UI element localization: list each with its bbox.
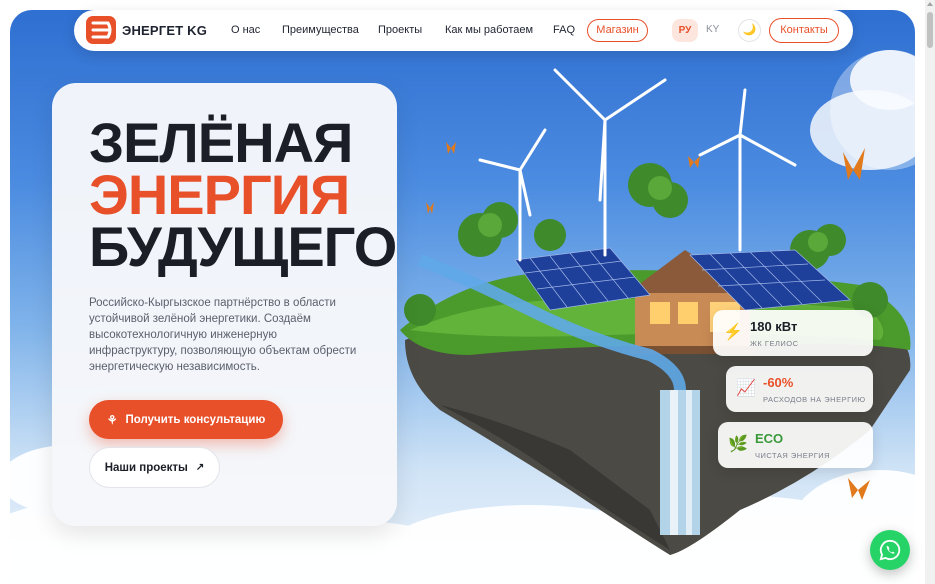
- stat-value: ECO: [755, 431, 784, 446]
- nav-link-how-we-work[interactable]: Как мы работаем: [445, 24, 533, 36]
- stat-card-eco: 🌿 ECO ЧИСТАЯ ЭНЕРГИЯ: [718, 422, 873, 468]
- headline-line-3: БУДУЩЕГО: [89, 215, 397, 278]
- page: ЭНЕРГЕТ KG О нас Преимущества Проекты Ка…: [0, 0, 935, 584]
- logo[interactable]: ЭНЕРГЕТ KG: [86, 16, 207, 44]
- lightning-icon: ⚡: [723, 324, 743, 341]
- logo-text: ЭНЕРГЕТ KG: [122, 22, 208, 38]
- nav-link-about[interactable]: О нас: [231, 24, 260, 36]
- theme-toggle-button[interactable]: 🌙: [738, 19, 761, 42]
- contacts-button[interactable]: Контакты: [769, 18, 839, 43]
- get-consultation-button[interactable]: ⚘ Получить консультацию: [89, 400, 283, 439]
- stat-label: ЖК ГЕЛИОС: [750, 339, 799, 348]
- scroll-up-arrow-icon[interactable]: [927, 2, 933, 6]
- chart-up-icon: 📈: [736, 380, 756, 397]
- stat-card-savings: 📈 -60% РАСХОДОВ НА ЭНЕРГИЮ: [726, 366, 873, 412]
- headline-line-2: ЭНЕРГИЯ: [89, 163, 350, 226]
- hero-description: Российско-Кыргызское партнёрство в облас…: [89, 297, 357, 373]
- lang-ky-button[interactable]: KY: [706, 24, 719, 35]
- nav-link-projects[interactable]: Проекты: [378, 24, 422, 36]
- shop-button[interactable]: Магазин: [587, 19, 648, 42]
- page-scrollbar[interactable]: [925, 0, 935, 584]
- logo-mark-icon: [86, 16, 116, 44]
- arrow-up-right-icon: ↗: [195, 462, 205, 473]
- stat-card-power: ⚡ 180 кВт ЖК ГЕЛИОС: [713, 310, 873, 356]
- headline-line-1: ЗЕЛЁНАЯ: [89, 111, 353, 174]
- hero-headline: ЗЕЛЁНАЯ ЭНЕРГИЯ БУДУЩЕГО: [89, 111, 397, 278]
- nav-link-advantages[interactable]: Преимущества: [282, 24, 359, 36]
- whatsapp-button[interactable]: [870, 530, 910, 570]
- top-navbar: ЭНЕРГЕТ KG О нас Преимущества Проекты Ка…: [74, 10, 853, 51]
- moon-icon: 🌙: [742, 24, 757, 36]
- whatsapp-icon: [879, 539, 901, 561]
- our-projects-label: Наши проекты: [104, 461, 188, 474]
- scroll-thumb[interactable]: [927, 12, 933, 48]
- hero-card: ЗЕЛЁНАЯ ЭНЕРГИЯ БУДУЩЕГО Российско-Кыргы…: [52, 83, 397, 526]
- lang-ru-button[interactable]: РУ: [672, 19, 698, 42]
- stat-label: РАСХОДОВ НА ЭНЕРГИЮ: [763, 395, 866, 404]
- stat-value: -60%: [763, 375, 794, 390]
- nav-link-faq[interactable]: FAQ: [553, 24, 575, 36]
- stat-label: ЧИСТАЯ ЭНЕРГИЯ: [755, 451, 831, 460]
- stat-value: 180 кВт: [750, 319, 798, 334]
- our-projects-button[interactable]: Наши проекты ↗: [89, 447, 220, 488]
- plant-icon: ⚘: [106, 412, 118, 427]
- leaf-icon: 🌿: [728, 436, 748, 453]
- get-consultation-label: Получить консультацию: [125, 413, 266, 426]
